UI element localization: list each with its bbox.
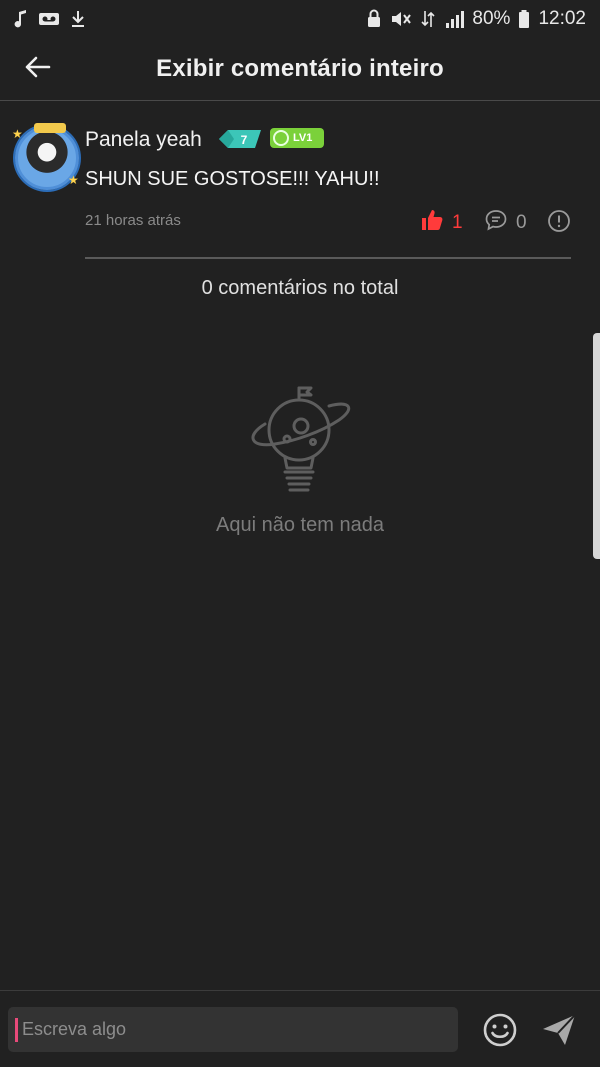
send-paper-plane-icon bbox=[541, 1014, 577, 1052]
send-button[interactable] bbox=[541, 1012, 577, 1053]
status-right-icons: 80% 12:02 bbox=[366, 8, 586, 30]
status-bar: 80% 12:02 bbox=[0, 0, 600, 38]
voicemail-icon bbox=[38, 10, 60, 28]
level-badge-text: LV1 bbox=[293, 132, 313, 144]
rank-badge-text: 7 bbox=[241, 133, 248, 147]
star-icon: ★ bbox=[12, 127, 23, 141]
text-cursor bbox=[15, 1018, 18, 1042]
data-arrows-icon bbox=[420, 9, 436, 29]
comment-input[interactable] bbox=[22, 1007, 452, 1052]
comment-composer bbox=[0, 990, 600, 1067]
like-button[interactable]: 1 bbox=[420, 208, 463, 237]
music-note-icon bbox=[14, 9, 28, 29]
composer-input-wrapper bbox=[8, 1007, 458, 1052]
comment-text: SHUN SUE GOSTOSE!!! YAHU!! bbox=[85, 168, 380, 190]
report-button[interactable] bbox=[547, 209, 571, 238]
comment-card: ★ ★ Panela yeah 7 LV1 SHUN SUE GOSTOSE!!… bbox=[0, 102, 600, 262]
app-bar: Exibir comentário inteiro bbox=[0, 38, 600, 101]
thumbs-up-icon bbox=[420, 208, 444, 237]
battery-percent: 80% bbox=[472, 8, 511, 29]
planet-lightbulb-icon bbox=[243, 384, 357, 498]
avatar[interactable]: ★ ★ bbox=[12, 123, 79, 190]
scroll-handle[interactable] bbox=[593, 333, 600, 559]
comment-bubble-icon bbox=[484, 208, 508, 237]
rank-badge: 7 bbox=[219, 130, 261, 148]
avatar-frame-tag bbox=[34, 123, 66, 133]
download-icon bbox=[70, 10, 86, 28]
like-count: 1 bbox=[452, 211, 463, 233]
info-circle-icon bbox=[547, 210, 571, 237]
comment-total: 0 comentários no total bbox=[201, 277, 399, 299]
back-button[interactable] bbox=[20, 52, 54, 86]
status-left-icons bbox=[14, 9, 86, 29]
arrow-left-icon bbox=[23, 55, 51, 84]
comment-username[interactable]: Panela yeah bbox=[85, 128, 202, 152]
signal-icon bbox=[444, 9, 465, 29]
level-badge: LV1 bbox=[270, 128, 324, 148]
comment-timestamp: 21 horas atrás bbox=[85, 212, 181, 229]
emoji-smile-icon bbox=[482, 1013, 518, 1052]
reply-button[interactable]: 0 bbox=[484, 208, 527, 237]
comment-divider bbox=[85, 257, 571, 259]
clock: 12:02 bbox=[538, 8, 586, 29]
mute-icon bbox=[390, 9, 412, 29]
page-title: Exibir comentário inteiro bbox=[156, 55, 444, 82]
lock-icon bbox=[366, 9, 382, 29]
battery-icon bbox=[518, 9, 530, 29]
emoji-button[interactable] bbox=[482, 1012, 518, 1053]
star-icon: ★ bbox=[68, 173, 79, 187]
globe-icon bbox=[273, 130, 289, 146]
empty-state-text: Aqui não tem nada bbox=[216, 514, 384, 536]
reply-count: 0 bbox=[516, 211, 527, 233]
